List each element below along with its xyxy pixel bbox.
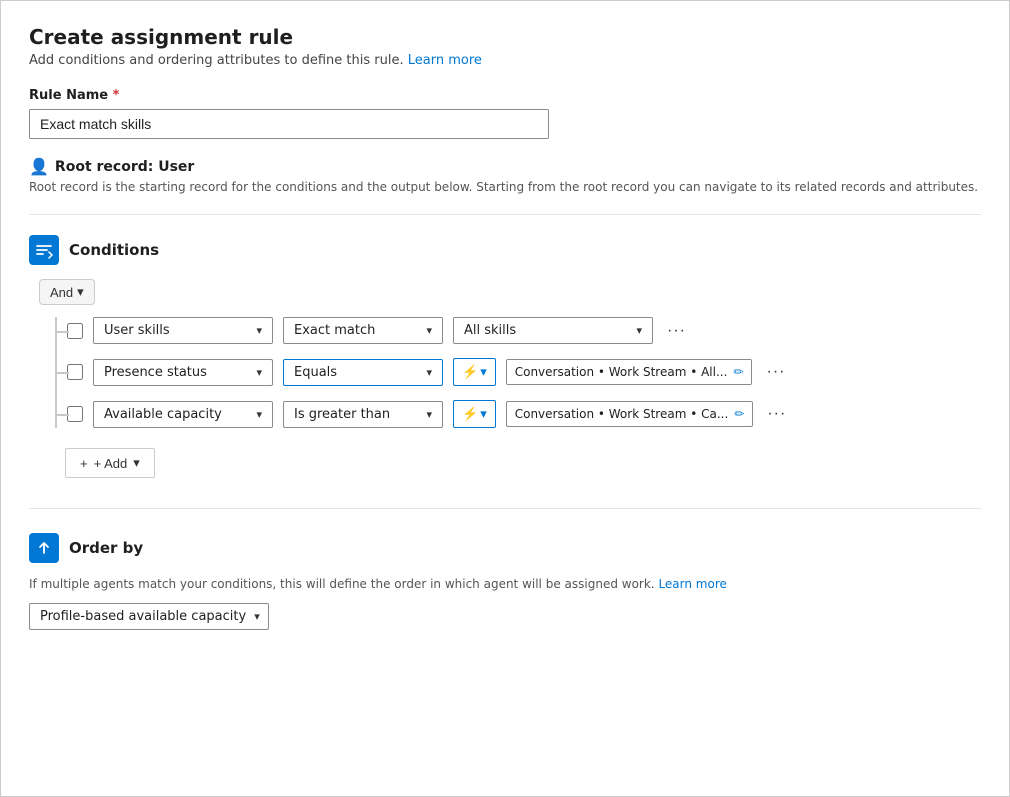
field-dropdown-1[interactable]: User skills ▾ — [93, 317, 273, 344]
condition-row: Available capacity ▾ Is greater than ▾ ⚡… — [57, 400, 981, 428]
rule-name-label: Rule Name * — [29, 88, 981, 103]
root-record: 👤 Root record: User — [29, 157, 981, 176]
conditions-section: Conditions And ▾ User skills ▾ Exact mat… — [29, 235, 981, 478]
lightning-button-2[interactable]: ⚡ ▾ — [453, 358, 496, 386]
lightning-chevron-icon: ▾ — [480, 364, 487, 380]
operator-dropdown-3[interactable]: Is greater than ▾ — [283, 401, 443, 428]
condition-checkbox-3[interactable] — [67, 406, 83, 422]
and-group: And ▾ User skills ▾ Exact match ▾ All sk… — [39, 279, 981, 478]
lightning-icon: ⚡ — [462, 406, 478, 422]
order-by-learn-more[interactable]: Learn more — [658, 577, 726, 591]
operator-dropdown-2[interactable]: Equals ▾ — [283, 359, 443, 386]
more-options-3[interactable]: ··· — [763, 403, 790, 425]
more-options-2[interactable]: ··· — [762, 361, 789, 383]
order-by-icon — [29, 533, 59, 563]
conditions-icon — [29, 235, 59, 265]
root-record-label: Root record: User — [55, 159, 194, 175]
lightning-button-3[interactable]: ⚡ ▾ — [453, 400, 496, 428]
and-chevron-icon: ▾ — [77, 284, 84, 300]
value-display-3: Conversation • Work Stream • Ca... ✏ — [506, 401, 754, 427]
more-options-1[interactable]: ··· — [663, 320, 690, 342]
order-by-section: Order by If multiple agents match your c… — [29, 533, 981, 630]
divider — [29, 214, 981, 215]
order-by-title: Order by — [69, 539, 143, 557]
conditions-title: Conditions — [69, 241, 159, 259]
root-record-desc: Root record is the starting record for t… — [29, 180, 981, 194]
and-button[interactable]: And ▾ — [39, 279, 95, 305]
field-dropdown-3[interactable]: Available capacity ▾ — [93, 401, 273, 428]
chevron-down-icon: ▾ — [254, 610, 260, 623]
value-display-2: Conversation • Work Stream • All... ✏ — [506, 359, 753, 385]
person-icon: 👤 — [29, 157, 49, 176]
divider-2 — [29, 508, 981, 509]
order-by-header: Order by — [29, 533, 981, 563]
order-by-dropdown[interactable]: Profile-based available capacity ▾ — [29, 603, 269, 630]
chevron-down-icon: ▾ — [426, 408, 432, 421]
condition-checkbox-2[interactable] — [67, 364, 83, 380]
rule-name-field: Rule Name * — [29, 88, 981, 139]
lightning-chevron-icon: ▾ — [480, 406, 487, 422]
page-subtitle: Add conditions and ordering attributes t… — [29, 53, 981, 68]
value-dropdown-1[interactable]: All skills ▾ — [453, 317, 653, 344]
chevron-down-icon: ▾ — [426, 366, 432, 379]
condition-row: User skills ▾ Exact match ▾ All skills ▾… — [57, 317, 981, 344]
edit-icon[interactable]: ✏ — [734, 407, 744, 421]
add-chevron-icon: ▾ — [133, 455, 140, 471]
condition-checkbox-1[interactable] — [67, 323, 83, 339]
chevron-down-icon: ▾ — [636, 324, 642, 337]
operator-dropdown-1[interactable]: Exact match ▾ — [283, 317, 443, 344]
add-condition-button[interactable]: + + Add ▾ — [65, 448, 155, 478]
rule-name-input[interactable] — [29, 109, 549, 139]
subtitle-learn-more[interactable]: Learn more — [408, 53, 482, 68]
required-indicator: * — [113, 88, 120, 103]
field-dropdown-2[interactable]: Presence status ▾ — [93, 359, 273, 386]
chevron-down-icon: ▾ — [256, 324, 262, 337]
order-by-desc: If multiple agents match your conditions… — [29, 577, 981, 591]
page-title: Create assignment rule — [29, 25, 981, 49]
edit-icon[interactable]: ✏ — [733, 365, 743, 379]
chevron-down-icon: ▾ — [426, 324, 432, 337]
conditions-list: User skills ▾ Exact match ▾ All skills ▾… — [55, 317, 981, 428]
condition-row: Presence status ▾ Equals ▾ ⚡ ▾ Conversat… — [57, 358, 981, 386]
lightning-icon: ⚡ — [462, 364, 478, 380]
conditions-header: Conditions — [29, 235, 981, 265]
add-plus-icon: + — [80, 456, 88, 471]
chevron-down-icon: ▾ — [256, 408, 262, 421]
chevron-down-icon: ▾ — [256, 366, 262, 379]
